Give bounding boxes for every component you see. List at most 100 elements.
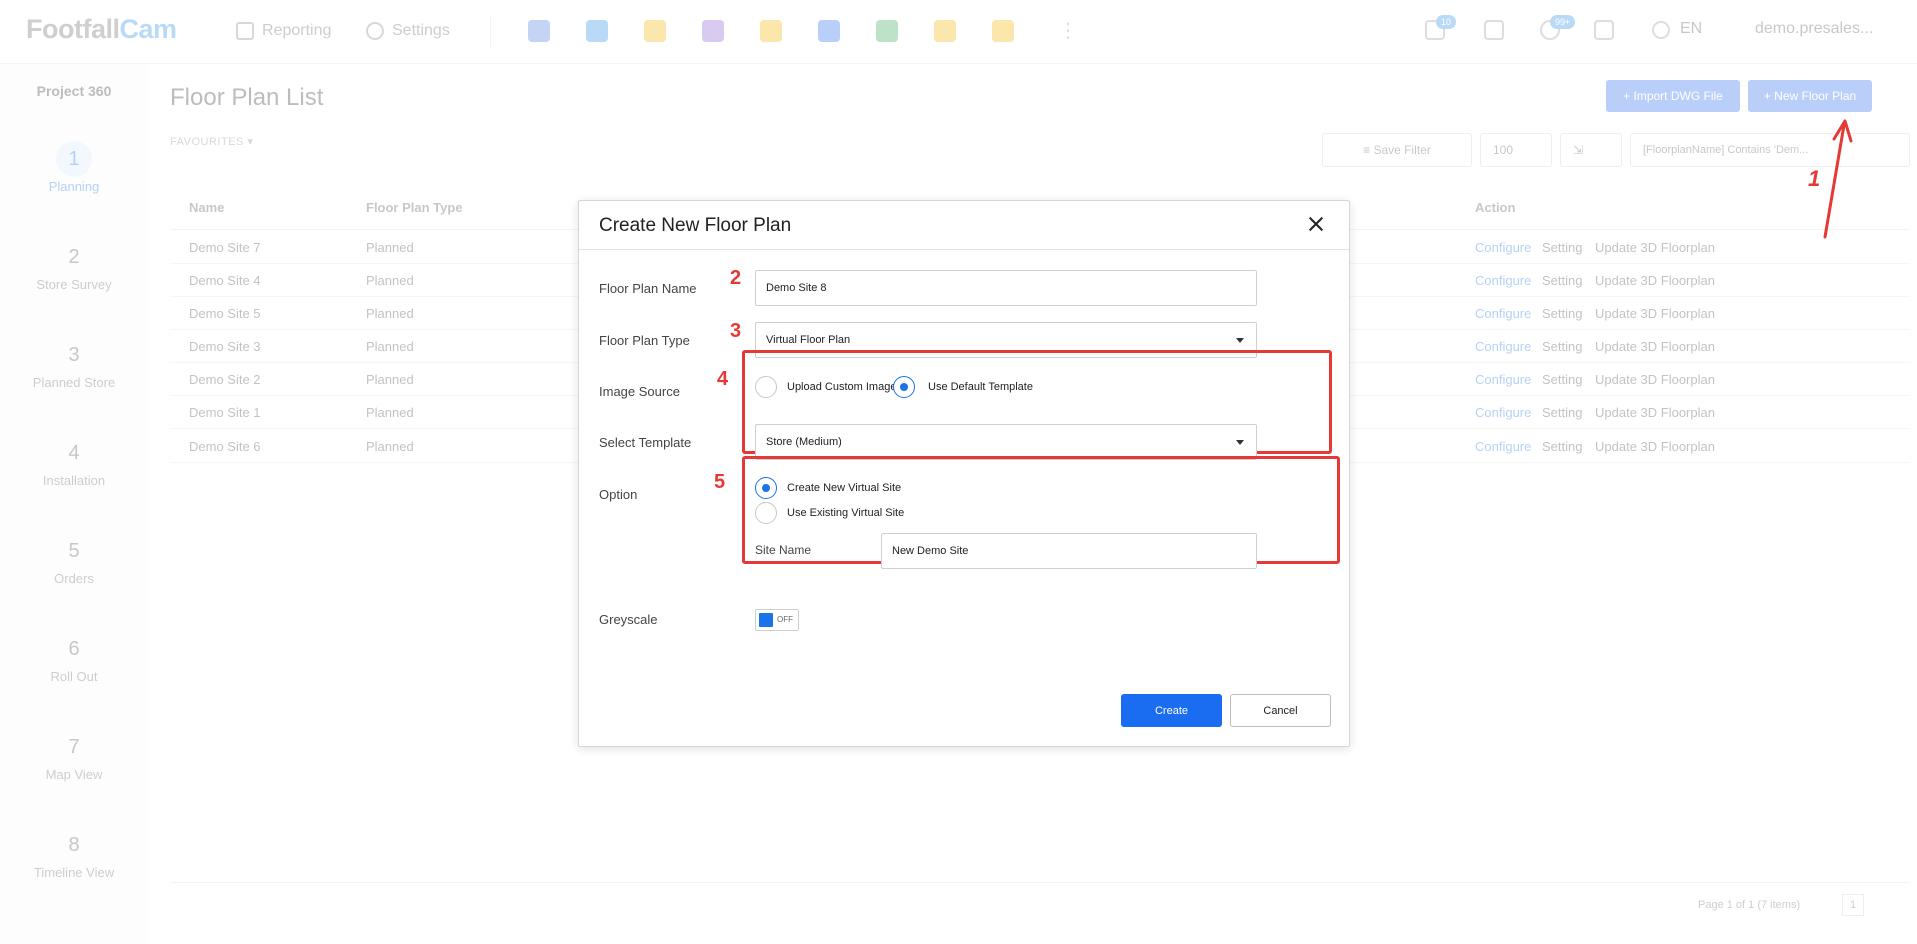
project-title: Project 360 [36, 83, 112, 99]
save-filter-button[interactable]: ≡ Save Filter [1322, 133, 1472, 167]
configure-link[interactable]: Configure [1475, 439, 1531, 454]
configure-link[interactable]: Configure [1475, 273, 1531, 288]
step-map-view[interactable]: 7 Map View [0, 729, 148, 782]
greyscale-toggle[interactable]: OFF [755, 609, 799, 631]
export-button[interactable]: ⇲ [1560, 133, 1622, 167]
create-new-virtual-site-label: Create New Virtual Site [787, 482, 902, 494]
setting-link[interactable]: Setting [1542, 339, 1582, 354]
create-new-virtual-site-radio[interactable] [755, 477, 777, 499]
copy-app-icon[interactable] [760, 20, 782, 42]
close-icon[interactable] [1303, 211, 1329, 237]
setting-link[interactable]: Setting [1542, 439, 1582, 454]
annotation-2: 2 [730, 267, 742, 289]
use-existing-virtual-site-label: Use Existing Virtual Site [787, 507, 905, 519]
update-3d-link[interactable]: Update 3D Floorplan [1595, 439, 1715, 454]
gear-icon [366, 22, 384, 40]
dialog-title: Create New Floor Plan [599, 215, 792, 236]
footer-divider [170, 882, 1910, 883]
configure-link[interactable]: Configure [1475, 405, 1531, 420]
setting-link[interactable]: Setting [1542, 240, 1582, 255]
calendar-icon [236, 22, 254, 40]
document-app-icon[interactable] [644, 20, 666, 42]
image-source-label: Image Source [599, 384, 680, 399]
annotation-3: 3 [730, 320, 742, 342]
notification-badge: 99+ [1550, 15, 1576, 29]
configure-link[interactable]: Configure [1475, 372, 1531, 387]
upload-custom-image-radio[interactable] [755, 376, 777, 398]
update-3d-link[interactable]: Update 3D Floorplan [1595, 273, 1715, 288]
export-icon: ⇲ [1573, 143, 1584, 157]
create-button[interactable]: Create [1121, 694, 1222, 727]
select-template-select[interactable]: Store (Medium) [755, 424, 1257, 460]
step-timeline-view[interactable]: 8 Timeline View [0, 827, 148, 880]
filter-icon: ≡ [1363, 143, 1374, 157]
option-label: Option [599, 487, 638, 502]
pager-summary: Page 1 of 1 (7 items) [1698, 899, 1801, 911]
setting-link[interactable]: Setting [1542, 273, 1582, 288]
inbox-badge: 10 [1436, 15, 1457, 29]
sidebar: Project 360 1 Planning 2 Store Survey 3 … [0, 65, 148, 944]
step-installation[interactable]: 4 Installation [0, 435, 148, 488]
setting-link[interactable]: Setting [1542, 372, 1582, 387]
step-planned-store[interactable]: 3 Planned Store [0, 337, 148, 390]
globe-icon [1652, 21, 1670, 39]
update-3d-link[interactable]: Update 3D Floorplan [1595, 405, 1715, 420]
divider [490, 16, 491, 48]
megaphone-icon[interactable] [1594, 20, 1614, 40]
create-floor-plan-dialog: Create New Floor Plan Floor Plan Name 2 … [578, 200, 1350, 747]
step-planning[interactable]: 1 Planning [0, 141, 148, 194]
people-app-icon[interactable] [992, 20, 1014, 42]
use-existing-virtual-site-radio[interactable] [755, 502, 777, 524]
floor-plan-name-input[interactable]: Demo Site 8 [755, 270, 1257, 306]
new-floor-plan-button[interactable]: + New Floor Plan [1748, 80, 1872, 112]
step-orders[interactable]: 5 Orders [0, 533, 148, 586]
filter-input[interactable]: [FloorplanName] Contains 'Dem... [1630, 133, 1910, 167]
chat-icon[interactable] [1484, 20, 1504, 40]
page-size-select[interactable]: 100 [1480, 133, 1552, 167]
caret-down-icon [1236, 338, 1244, 343]
database-app-icon[interactable] [818, 20, 840, 42]
update-3d-link[interactable]: Update 3D Floorplan [1595, 240, 1715, 255]
logo[interactable]: FootfallCam [26, 14, 177, 45]
top-bar: FootfallCam Reporting Settings ⋮ 10 99+ [0, 0, 1917, 64]
use-default-template-radio[interactable] [893, 376, 915, 398]
chart-app-icon[interactable] [876, 20, 898, 42]
update-3d-link[interactable]: Update 3D Floorplan [1595, 306, 1715, 321]
floor-plan-type-label: Floor Plan Type [599, 333, 690, 348]
annotation-5: 5 [714, 471, 726, 493]
setting-link[interactable]: Setting [1542, 405, 1582, 420]
nav-settings[interactable]: Settings [366, 22, 450, 40]
toggle-knob [759, 613, 773, 627]
nav-reporting[interactable]: Reporting [236, 22, 331, 40]
update-3d-link[interactable]: Update 3D Floorplan [1595, 372, 1715, 387]
favourites-dropdown[interactable]: FAVOURITES ▾ [170, 135, 253, 148]
greyscale-label: Greyscale [599, 612, 658, 627]
configure-link[interactable]: Configure [1475, 306, 1531, 321]
report-app-icon[interactable] [934, 20, 956, 42]
more-apps-icon[interactable]: ⋮ [1058, 18, 1078, 43]
user-menu[interactable]: demo.presales... [1755, 20, 1873, 38]
step-roll-out[interactable]: 6 Roll Out [0, 631, 148, 684]
cancel-button[interactable]: Cancel [1230, 694, 1331, 727]
page-title: Floor Plan List [170, 84, 324, 111]
site-name-input[interactable]: New Demo Site [881, 533, 1257, 569]
floor-plan-name-label: Floor Plan Name [599, 281, 697, 296]
annotation-4: 4 [717, 368, 729, 390]
import-dwg-button[interactable]: + Import DWG File [1606, 80, 1740, 112]
setting-link[interactable]: Setting [1542, 306, 1582, 321]
configure-link[interactable]: Configure [1475, 339, 1531, 354]
select-template-label: Select Template [599, 435, 692, 450]
site-name-label: Site Name [755, 543, 812, 557]
pager-page-button[interactable]: 1 [1842, 894, 1864, 916]
configure-link[interactable]: Configure [1475, 240, 1531, 255]
dialog-header: Create New Floor Plan [579, 201, 1349, 250]
globe-app-icon[interactable] [586, 20, 608, 42]
update-3d-link[interactable]: Update 3D Floorplan [1595, 339, 1715, 354]
upload-custom-image-label: Upload Custom Image [787, 381, 897, 393]
annotation-1: 1 [1808, 166, 1821, 191]
step-store-survey[interactable]: 2 Store Survey [0, 239, 148, 292]
dashboard-app-icon[interactable] [528, 20, 550, 42]
language-selector[interactable]: EN [1680, 20, 1702, 38]
shield-app-icon[interactable] [702, 20, 724, 42]
app-launcher-icons [528, 20, 1014, 42]
